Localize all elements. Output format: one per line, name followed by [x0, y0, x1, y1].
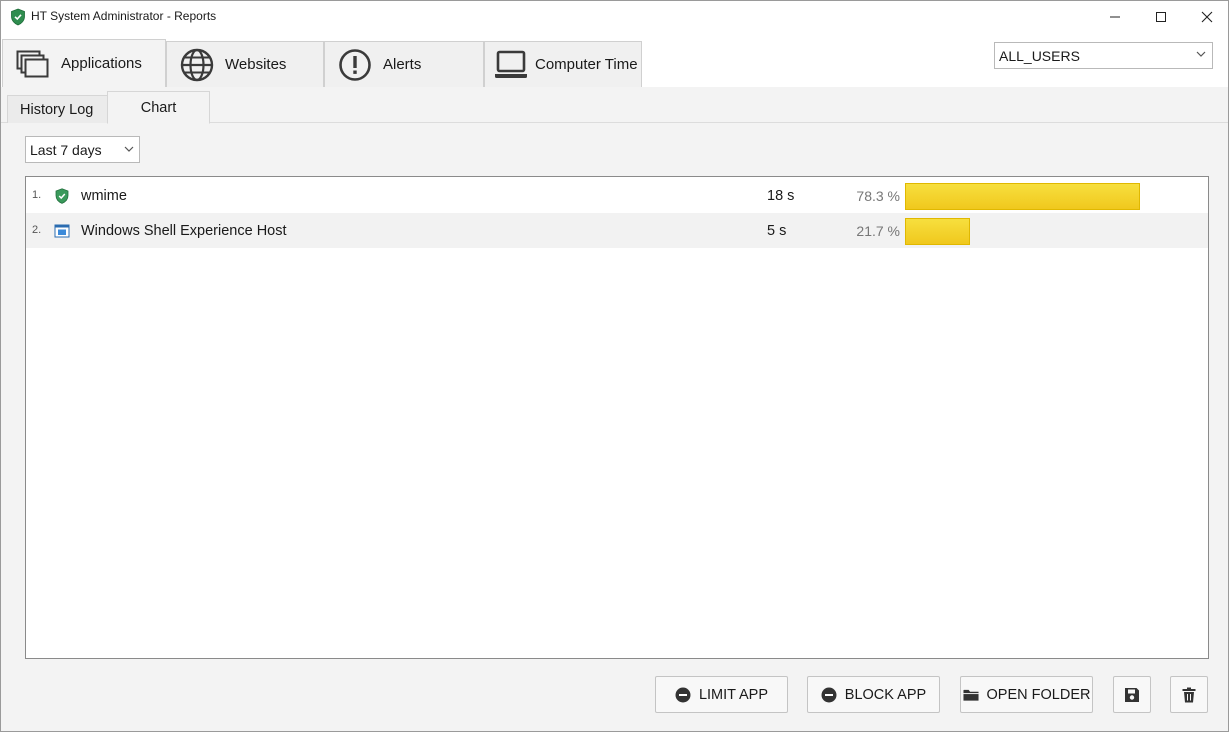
limit-app-label: LIMIT APP: [698, 686, 769, 703]
tab-label: Computer Time: [535, 56, 638, 73]
minimize-button[interactable]: [1092, 1, 1138, 33]
alert-icon: [337, 47, 373, 83]
block-app-label: BLOCK APP: [844, 686, 927, 703]
limit-app-button[interactable]: LIMIT APP: [655, 676, 788, 713]
close-icon: [1201, 11, 1213, 23]
usage-bar-track: [905, 218, 1205, 245]
shield-icon: [11, 8, 25, 26]
tab-label: Applications: [61, 55, 142, 72]
usage-bar-track: [905, 183, 1205, 210]
block-app-button[interactable]: BLOCK APP: [807, 676, 940, 713]
app-name: wmime: [81, 188, 127, 204]
app-duration: 5 s: [767, 223, 787, 239]
tab-label: Websites: [225, 56, 287, 73]
tab-history-log[interactable]: History Log: [7, 95, 108, 123]
title-bar: HT System Administrator - Reports: [1, 1, 1228, 33]
open-folder-button[interactable]: OPEN FOLDER: [960, 676, 1093, 713]
usage-bar: [905, 183, 1140, 210]
app-percent: 78.3 %: [856, 188, 900, 204]
open-folder-label: OPEN FOLDER: [986, 686, 1091, 703]
app-name: Windows Shell Experience Host: [81, 223, 287, 239]
app-duration: 18 s: [767, 188, 795, 204]
maximize-icon: [1156, 12, 1166, 22]
period-dropdown-value: Last 7 days: [30, 142, 102, 158]
chevron-down-icon: [1196, 51, 1206, 57]
list-item[interactable]: 1. wmime 18 s 78.3 %: [26, 178, 1208, 213]
save-icon: [1124, 687, 1140, 703]
tab-label: History Log: [20, 101, 94, 118]
sub-tab-strip: History Log Chart: [1, 87, 1228, 124]
laptop-icon: [493, 47, 529, 83]
tab-label: Chart: [140, 99, 177, 116]
tab-chart[interactable]: Chart: [107, 91, 210, 124]
period-dropdown[interactable]: Last 7 days: [25, 136, 140, 163]
minimize-icon: [1110, 16, 1120, 18]
window-title: HT System Administrator - Reports: [31, 9, 217, 23]
tab-alerts[interactable]: Alerts: [324, 41, 484, 87]
shield-icon: [55, 188, 69, 204]
save-button[interactable]: [1113, 676, 1151, 713]
row-number: 2.: [32, 224, 42, 236]
app-percent: 21.7 %: [856, 223, 900, 239]
app-usage-list[interactable]: 1. wmime 18 s 78.3 % 2. Windows Shell Ex…: [25, 176, 1209, 659]
user-dropdown-value: ALL_USERS: [999, 48, 1080, 64]
delete-button[interactable]: [1170, 676, 1208, 713]
close-button[interactable]: [1184, 1, 1229, 33]
folder-icon: [963, 687, 979, 703]
window-app-icon: [54, 224, 70, 238]
globe-icon: [179, 47, 215, 83]
user-dropdown[interactable]: ALL_USERS: [994, 42, 1213, 69]
maximize-button[interactable]: [1138, 1, 1184, 33]
row-number: 1.: [32, 189, 42, 201]
minus-circle-icon: [821, 687, 837, 703]
tab-websites[interactable]: Websites: [166, 41, 324, 87]
tab-applications[interactable]: Applications: [2, 39, 166, 87]
minus-circle-icon: [675, 687, 691, 703]
list-item[interactable]: 2. Windows Shell Experience Host 5 s 21.…: [26, 213, 1208, 248]
chevron-down-icon: [124, 146, 134, 152]
applications-icon: [15, 46, 51, 82]
tab-label: Alerts: [383, 56, 422, 73]
app-window: HT System Administrator - Reports Applic…: [0, 0, 1229, 732]
trash-icon: [1181, 687, 1197, 703]
usage-bar: [905, 218, 971, 245]
tab-computer-time[interactable]: Computer Time: [484, 41, 642, 87]
